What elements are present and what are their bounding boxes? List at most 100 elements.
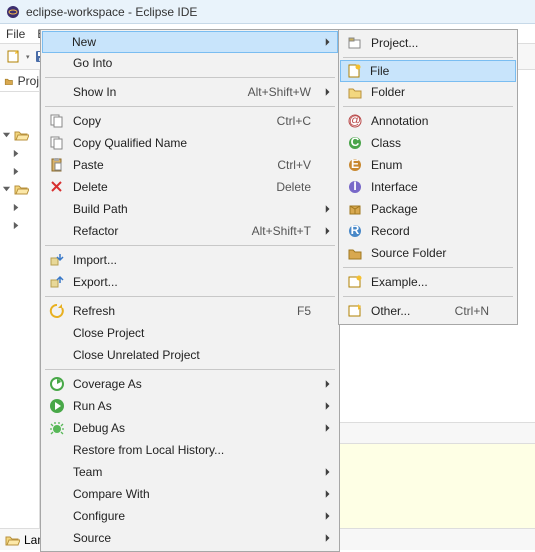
- menu-separator: [45, 106, 335, 107]
- refresh-icon: [47, 303, 67, 319]
- ctx-item-compare-with[interactable]: Compare With: [43, 483, 337, 505]
- menu-separator: [45, 77, 335, 78]
- menu-item-label: Close Project: [73, 326, 311, 340]
- export-icon: [47, 274, 67, 290]
- ctx-item-close-unrelated-project[interactable]: Close Unrelated Project: [43, 344, 337, 366]
- menu-item-label: Close Unrelated Project: [73, 348, 311, 362]
- import-icon: [47, 252, 67, 268]
- submenu-arrow-icon: [325, 423, 331, 433]
- menu-item-label: Package: [371, 202, 489, 216]
- context-menu[interactable]: New Go Into Show In Alt+Shift+W CopyCtrl+C Co…: [40, 29, 340, 552]
- menu-item-label: Class: [371, 136, 489, 150]
- menu-item-label: Build Path: [73, 202, 311, 216]
- submenu-arrow-icon: [325, 87, 331, 97]
- menu-item-label: Source Folder: [371, 246, 489, 260]
- menu-item-label: Coverage As: [73, 377, 311, 391]
- example-icon: [345, 274, 365, 290]
- srcfolder-icon: [345, 245, 365, 261]
- new-submenu[interactable]: Project... File Folder Annotation Class Enum I…: [338, 29, 518, 325]
- new-item-source-folder[interactable]: Source Folder: [341, 242, 515, 264]
- menu-separator: [343, 57, 513, 58]
- ctx-item-debug-as[interactable]: Debug As: [43, 417, 337, 439]
- ctx-item-new[interactable]: New: [42, 31, 338, 53]
- menu-item-label: File: [370, 64, 490, 78]
- menu-item-shortcut: Ctrl+V: [277, 158, 311, 172]
- ctx-item-delete[interactable]: DeleteDelete: [43, 176, 337, 198]
- other-icon: [345, 303, 365, 319]
- ctx-item-show-in[interactable]: Show In Alt+Shift+W: [43, 81, 337, 103]
- ctx-item-refactor[interactable]: Refactor Alt+Shift+T: [43, 220, 337, 242]
- menu-item-label: Delete: [73, 180, 252, 194]
- submenu-arrow-icon: [325, 489, 331, 499]
- package-icon: [345, 201, 365, 217]
- coverage-icon: [47, 376, 67, 392]
- menu-item-label: Restore from Local History...: [73, 443, 311, 457]
- menu-item-shortcut: Ctrl+C: [277, 114, 311, 128]
- menu-item-label: Interface: [371, 180, 489, 194]
- copy-icon: [47, 113, 67, 129]
- ctx-item-run-as[interactable]: Run As: [43, 395, 337, 417]
- open-folder-icon: [4, 532, 20, 548]
- ctx-item-configure[interactable]: Configure: [43, 505, 337, 527]
- ctx-item-export[interactable]: Export...: [43, 271, 337, 293]
- ctx-item-copy-qualified-name[interactable]: Copy Qualified Name: [43, 132, 337, 154]
- new-item-interface[interactable]: Interface: [341, 176, 515, 198]
- ctx-item-team[interactable]: Team: [43, 461, 337, 483]
- menu-item-shortcut: Alt+Shift+T: [252, 224, 311, 238]
- new-item-class[interactable]: Class: [341, 132, 515, 154]
- new-item-annotation[interactable]: Annotation: [341, 110, 515, 132]
- enum-icon: [345, 157, 365, 173]
- new-item-example[interactable]: Example...: [341, 271, 515, 293]
- menu-item-shortcut: Ctrl+N: [455, 304, 489, 318]
- submenu-arrow-icon: [325, 467, 331, 477]
- ctx-item-copy[interactable]: CopyCtrl+C: [43, 110, 337, 132]
- menu-item-label: Show In: [73, 85, 224, 99]
- menu-separator: [343, 296, 513, 297]
- new-item-file[interactable]: File: [340, 60, 516, 82]
- ctx-item-close-project[interactable]: Close Project: [43, 322, 337, 344]
- record-icon: [345, 223, 365, 239]
- menu-separator: [45, 296, 335, 297]
- menu-item-label: Paste: [73, 158, 253, 172]
- ctx-item-source[interactable]: Source: [43, 527, 337, 549]
- menu-item-label: Import...: [73, 253, 311, 267]
- submenu-arrow-icon: [325, 37, 331, 47]
- folder-icon: [345, 84, 365, 100]
- submenu-arrow-icon: [325, 533, 331, 543]
- ctx-item-build-path[interactable]: Build Path: [43, 198, 337, 220]
- menu-item-label: Project...: [371, 36, 489, 50]
- menu-item-label: Source: [73, 531, 311, 545]
- interface-icon: [345, 179, 365, 195]
- menu-item-label: Enum: [371, 158, 489, 172]
- menu-item-label: Copy Qualified Name: [73, 136, 311, 150]
- menu-item-label: New: [72, 35, 312, 49]
- submenu-arrow-icon: [325, 204, 331, 214]
- menu-item-label: Compare With: [73, 487, 311, 501]
- menu-separator: [45, 245, 335, 246]
- new-item-folder[interactable]: Folder: [341, 81, 515, 103]
- ctx-item-coverage-as[interactable]: Coverage As: [43, 373, 337, 395]
- ctx-item-paste[interactable]: Paste Ctrl+V: [43, 154, 337, 176]
- ctx-item-go-into[interactable]: Go Into: [43, 52, 337, 74]
- new-item-other[interactable]: Other...Ctrl+N: [341, 300, 515, 322]
- menu-item-shortcut: F5: [297, 304, 311, 318]
- new-item-enum[interactable]: Enum: [341, 154, 515, 176]
- menu-item-label: Example...: [371, 275, 489, 289]
- submenu-arrow-icon: [325, 226, 331, 236]
- ctx-item-restore-from-local-history[interactable]: Restore from Local History...: [43, 439, 337, 461]
- menu-item-shortcut: Alt+Shift+W: [248, 85, 311, 99]
- new-item-record[interactable]: Record: [341, 220, 515, 242]
- file-icon: [344, 63, 364, 79]
- menu-separator: [45, 369, 335, 370]
- menu-item-label: Debug As: [73, 421, 311, 435]
- submenu-arrow-icon: [325, 401, 331, 411]
- menu-item-label: Export...: [73, 275, 311, 289]
- new-item-package[interactable]: Package: [341, 198, 515, 220]
- project-icon: [345, 35, 365, 51]
- ctx-item-refresh[interactable]: RefreshF5: [43, 300, 337, 322]
- ctx-item-import[interactable]: Import...: [43, 249, 337, 271]
- menu-separator: [343, 267, 513, 268]
- menu-item-label: Go Into: [73, 56, 311, 70]
- new-item-project[interactable]: Project...: [341, 32, 515, 54]
- menu-item-label: Refactor: [73, 224, 228, 238]
